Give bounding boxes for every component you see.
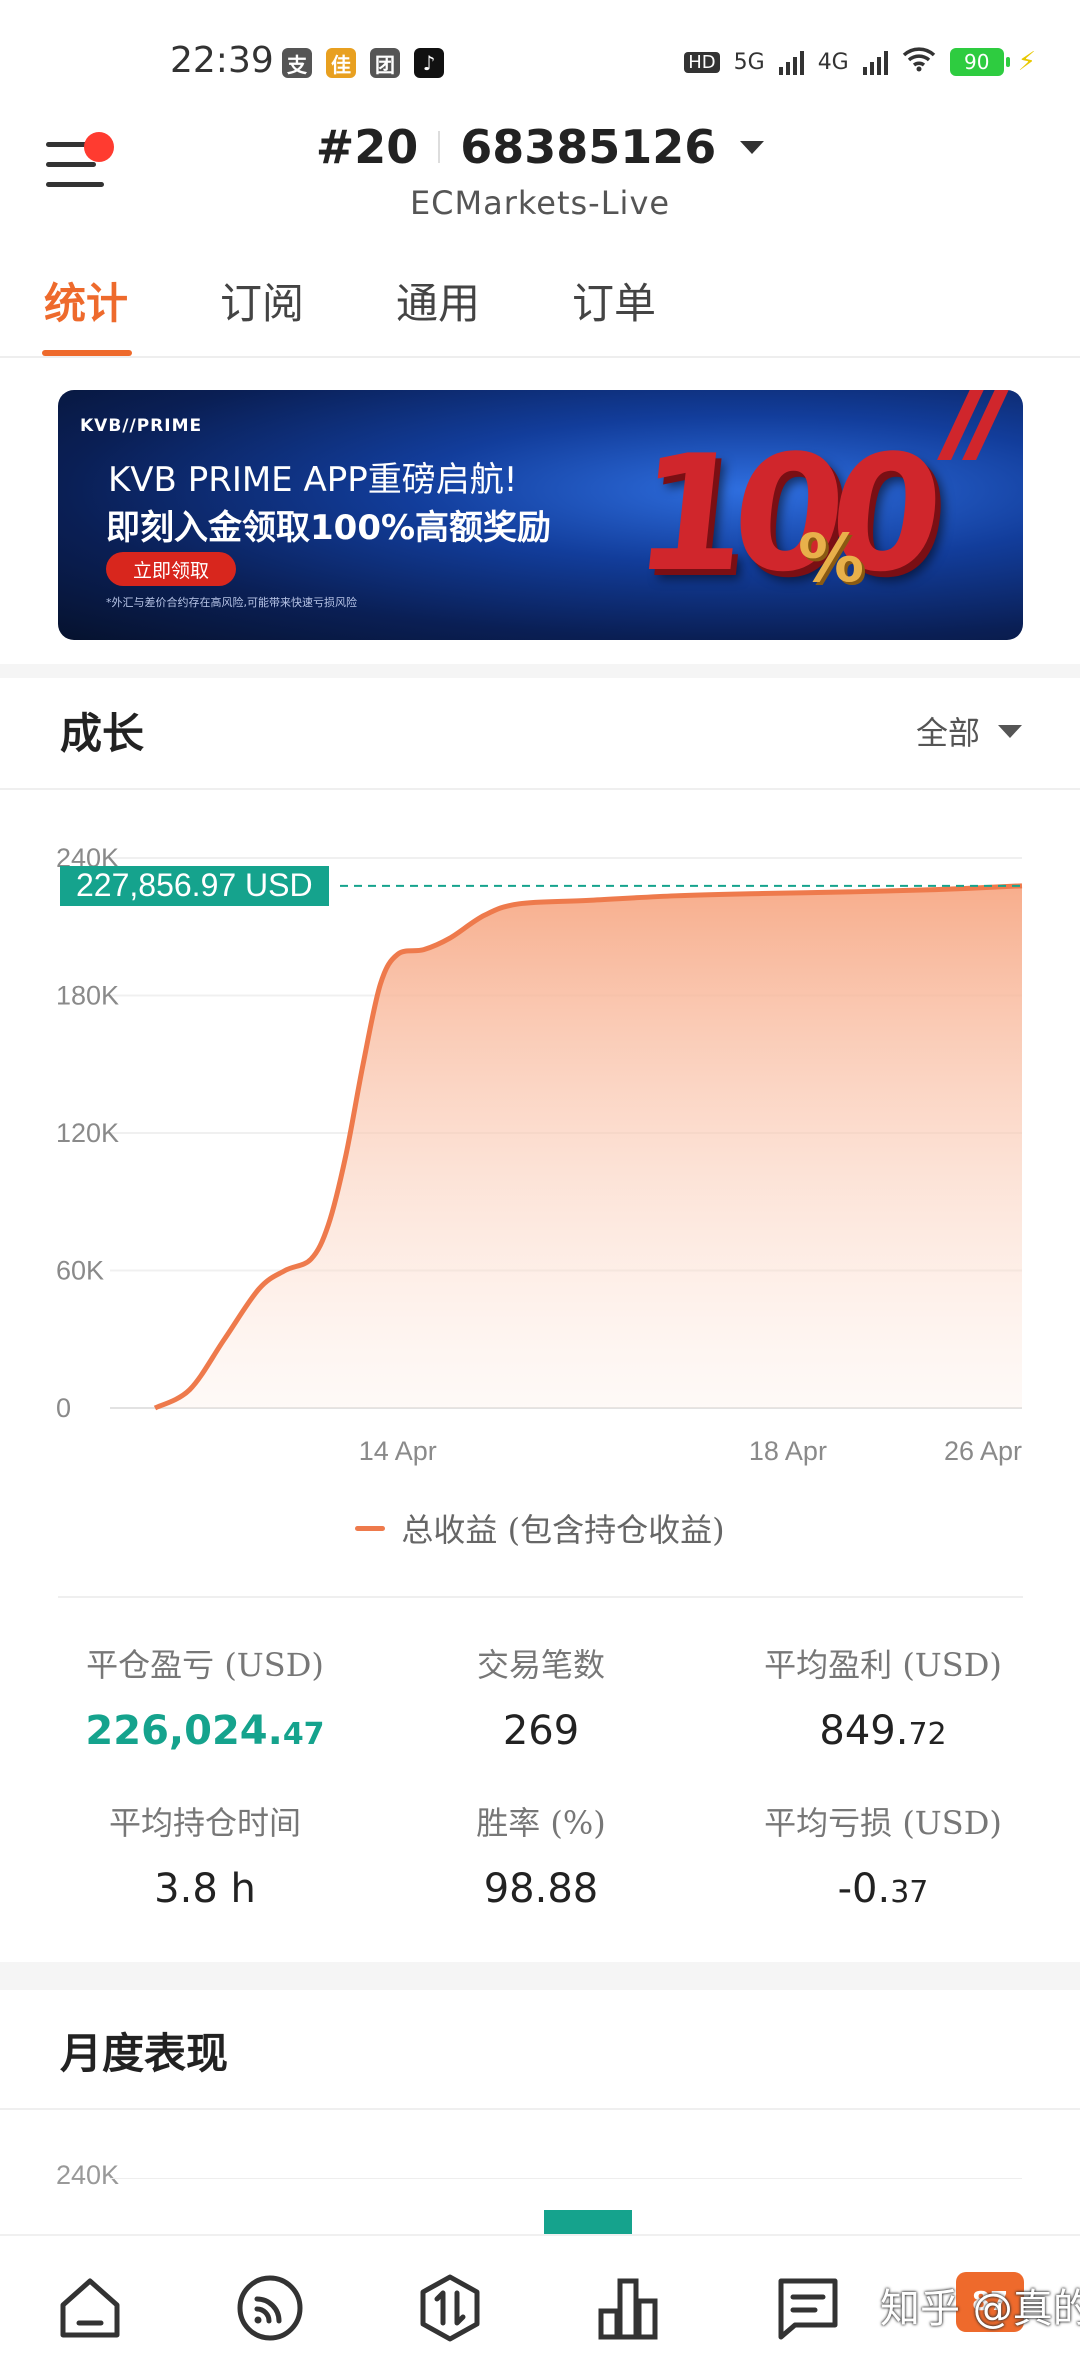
- stat-label: 平仓盈亏 (USD): [86, 1646, 324, 1684]
- legend-label: 总收益 (包含持仓收益): [401, 1511, 725, 1549]
- battery-icon: 90: [949, 48, 1010, 76]
- stat-label: 平均盈利 (USD): [764, 1646, 1002, 1684]
- account-selector[interactable]: #20 68385126 ECMarkets-Live: [0, 120, 1080, 222]
- monthly-y-tick: 240K: [56, 2160, 120, 2190]
- promo-banner[interactable]: KVB//PRIME KVB PRIME APP重磅启航! 即刻入金领取100%…: [58, 390, 1023, 640]
- tab-orders[interactable]: 订单: [572, 270, 656, 331]
- y-tick-label: 180K: [56, 981, 119, 1011]
- banner-percent-graphic: %: [798, 520, 865, 597]
- current-value-marker: 227,856.97 USD: [60, 865, 329, 906]
- group-buy-icon: 团: [370, 48, 400, 78]
- nav-markets[interactable]: [590, 2270, 666, 2346]
- y-tick-label: 60K: [56, 1256, 104, 1286]
- section-divider: [0, 664, 1080, 678]
- status-bar: 22:39 支 佳 团 ♪ HD 5G 4G 90 ⚡: [0, 0, 1080, 110]
- x-tick-label: 18 Apr: [749, 1436, 827, 1466]
- banner-headline: KVB PRIME APP重磅启航!: [108, 460, 518, 500]
- x-tick-label: 26 Apr: [944, 1436, 1022, 1466]
- chart-legend: 总收益 (包含持仓收益): [0, 1505, 1080, 1551]
- stat-avg-hold-time: 平均持仓时间 3.8 h: [40, 1798, 370, 1912]
- stat-value: 3.8 h: [154, 1866, 256, 1912]
- status-indicators: HD 5G 4G 90 ⚡: [684, 46, 1036, 78]
- stat-label: 交易笔数: [476, 1646, 605, 1684]
- wifi-icon: [902, 46, 936, 78]
- stat-avg-loss: 平均亏损 (USD) -0.37: [718, 1798, 1048, 1912]
- range-value: 全部: [915, 714, 980, 752]
- y-tick-label: 120K: [56, 1118, 119, 1148]
- stat-closed-pnl: 平仓盈亏 (USD) 226,024.47: [40, 1640, 370, 1754]
- charging-icon: ⚡: [1017, 47, 1036, 77]
- tab-subscribe[interactable]: 订阅: [220, 270, 304, 331]
- y-tick-label: 0: [56, 1393, 71, 1423]
- chevron-down-icon: [740, 140, 765, 154]
- banner-logo: KVB//PRIME: [80, 416, 203, 436]
- account-number: 68385126: [460, 120, 717, 174]
- app-notification-icon: 佳: [326, 48, 356, 78]
- active-tab-indicator: [42, 350, 132, 356]
- stat-label: 平均持仓时间: [108, 1804, 301, 1842]
- growth-chart[interactable]: 240K 180K 120K 60K 0 14 Apr 18 Apr 26 Apr 227,8…: [0, 800, 1080, 1500]
- stat-label: 平均亏损 (USD): [764, 1804, 1002, 1842]
- hd-icon: HD: [684, 51, 720, 73]
- nav-messages[interactable]: [770, 2270, 846, 2346]
- notification-icons: 支 佳 团 ♪: [282, 48, 444, 78]
- stat-value: 98.88: [483, 1866, 599, 1912]
- monthly-title: 月度表现: [60, 2029, 229, 2078]
- trade-icon: [420, 2274, 480, 2342]
- signal-icon: [237, 2275, 303, 2341]
- banner-disclaimer: *外汇与差价合约存在高风险,可能带来快速亏损风险: [106, 596, 357, 609]
- tiktok-icon: ♪: [414, 48, 444, 78]
- monthly-gridline: [110, 2178, 1022, 2179]
- tab-general[interactable]: 通用: [396, 270, 480, 331]
- banner-100-graphic: 100: [626, 420, 938, 607]
- chart-icon: [598, 2278, 658, 2340]
- area-fill: [155, 885, 1022, 1408]
- signal-strength-icon: [778, 49, 804, 75]
- alipay-icon: 支: [282, 48, 312, 78]
- stat-label: 胜率 (%): [476, 1804, 606, 1842]
- stat-value: 226,024.47: [85, 1708, 325, 1754]
- tab-statistics[interactable]: 统计: [44, 270, 128, 331]
- message-icon: [778, 2278, 838, 2340]
- status-time: 22:39: [170, 40, 274, 81]
- bottom-nav: 87 知乎 @真的猛: [0, 2234, 1080, 2376]
- divider: [0, 2108, 1080, 2110]
- banner-subheadline: 即刻入金领取100%高额奖励: [106, 508, 552, 548]
- stat-win-rate: 胜率 (%) 98.88: [376, 1798, 706, 1912]
- network-5g-label: 5G: [733, 49, 765, 75]
- signal-strength-icon-2: [862, 49, 888, 75]
- range-dropdown[interactable]: 全部: [916, 708, 1022, 754]
- growth-title: 成长: [60, 709, 145, 758]
- divider: [0, 788, 1080, 790]
- stat-value: 849.72: [819, 1708, 947, 1754]
- stat-value: -0.37: [837, 1866, 929, 1912]
- x-tick-label: 14 Apr: [359, 1436, 437, 1466]
- account-separator: [438, 131, 441, 163]
- network-4g-label: 4G: [817, 49, 849, 75]
- stat-avg-profit: 平均盈利 (USD) 849.72: [718, 1640, 1048, 1754]
- account-prefix: #20: [315, 120, 419, 174]
- section-divider: [0, 1962, 1080, 1990]
- server-name: ECMarkets-Live: [409, 184, 671, 222]
- nav-signals[interactable]: [232, 2270, 308, 2346]
- stat-value: 269: [502, 1708, 580, 1754]
- nav-trade[interactable]: [412, 2270, 488, 2346]
- legend-swatch: [355, 1525, 386, 1531]
- monthly-bar[interactable]: [544, 2210, 632, 2234]
- home-icon: [60, 2278, 120, 2338]
- chevron-down-icon: [998, 724, 1022, 738]
- watermark: 知乎 @真的猛: [880, 2286, 1080, 2332]
- nav-home[interactable]: [52, 2270, 128, 2346]
- claim-now-button[interactable]: 立即领取: [106, 552, 236, 586]
- tab-bar: 统计 订阅 通用 订单: [0, 258, 1080, 358]
- stat-trade-count: 交易笔数 269: [376, 1640, 706, 1754]
- divider: [58, 1596, 1023, 1598]
